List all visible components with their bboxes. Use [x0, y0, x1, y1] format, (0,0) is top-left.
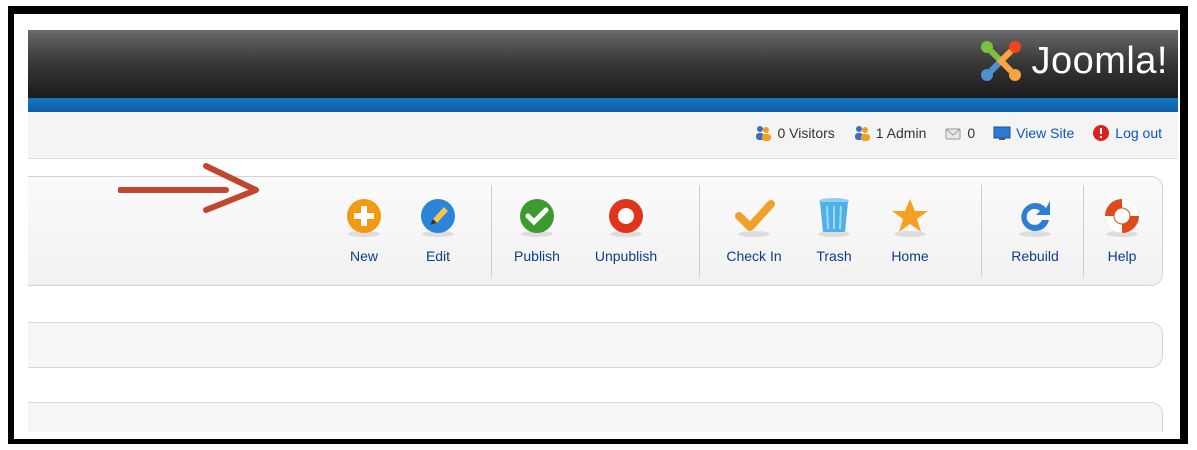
check-in-label: Check In — [726, 248, 782, 264]
header-bar: Joomla! — [28, 30, 1178, 98]
toolbar-group-rebuild: Rebuild — [992, 177, 1078, 285]
toolbar-separator — [699, 185, 700, 277]
publish-label: Publish — [514, 248, 560, 264]
rebuild-label: Rebuild — [1011, 248, 1059, 264]
visitors-status: 0 Visitors — [754, 124, 835, 142]
edit-button[interactable]: Edit — [401, 177, 475, 285]
trash-label: Trash — [816, 248, 852, 264]
toolbar-separator — [491, 185, 492, 277]
logout-link[interactable]: Log out — [1092, 124, 1162, 142]
toolbar-group-publish: Publish Unpublish — [500, 177, 678, 285]
content-panel — [28, 322, 1163, 368]
toolbar-group-manage: Check In Trash Home — [709, 177, 951, 285]
annotation-arrow-icon — [118, 163, 259, 213]
users-icon — [756, 126, 772, 141]
new-label: New — [349, 248, 378, 264]
admin-screen: Joomla! 0 Visitors 1 Admin 0 View Site L… — [28, 30, 1178, 432]
joomla-logo-icon — [981, 41, 1022, 81]
logo-text: Joomla! — [1031, 39, 1168, 82]
content-panel — [28, 402, 1163, 432]
trash-button[interactable]: Trash — [799, 177, 869, 285]
home-label: Home — [891, 248, 929, 264]
edit-label: Edit — [425, 248, 451, 264]
plus-circle-icon — [347, 199, 381, 237]
messages-count: 0 — [967, 125, 976, 141]
check-in-button[interactable]: Check In — [709, 177, 799, 285]
rebuild-button[interactable]: Rebuild — [992, 177, 1078, 285]
toolbar-separator — [981, 185, 982, 277]
checkmark-icon — [735, 200, 775, 237]
publish-button[interactable]: Publish — [500, 177, 574, 285]
admins-status: 1 Admin — [853, 124, 927, 142]
stop-circle-icon — [609, 199, 643, 237]
help-label: Help — [1107, 248, 1137, 264]
refresh-icon — [1019, 201, 1051, 237]
mail-icon — [945, 128, 961, 140]
pencil-icon — [421, 199, 455, 237]
messages-status[interactable]: 0 — [944, 124, 975, 142]
unpublish-label: Unpublish — [594, 248, 658, 264]
logout-icon — [1093, 125, 1110, 141]
view-site-label: View Site — [1016, 125, 1075, 141]
lifebuoy-icon — [1105, 199, 1139, 237]
header-accent-stripe — [28, 98, 1178, 112]
help-button[interactable]: Help — [1087, 177, 1157, 285]
status-bar: 0 Visitors 1 Admin 0 View Site Log out — [28, 112, 1178, 159]
trash-icon — [818, 198, 850, 237]
toolbar-separator — [1083, 185, 1084, 277]
home-button[interactable]: Home — [869, 177, 951, 285]
check-circle-icon — [520, 199, 554, 237]
star-icon — [892, 199, 928, 237]
toolbar-group-help: Help — [1087, 177, 1157, 285]
new-button[interactable]: New — [327, 177, 401, 285]
admin-users-icon — [854, 126, 870, 141]
view-site-link[interactable]: View Site — [993, 124, 1074, 142]
unpublish-button[interactable]: Unpublish — [574, 177, 678, 285]
visitors-count: 0 Visitors — [777, 125, 835, 141]
toolbar-group-create: New Edit — [327, 177, 475, 285]
monitor-icon — [993, 126, 1011, 140]
admins-count: 1 Admin — [875, 125, 927, 141]
logout-label: Log out — [1115, 125, 1162, 141]
joomla-logo[interactable]: Joomla! — [977, 36, 1168, 86]
